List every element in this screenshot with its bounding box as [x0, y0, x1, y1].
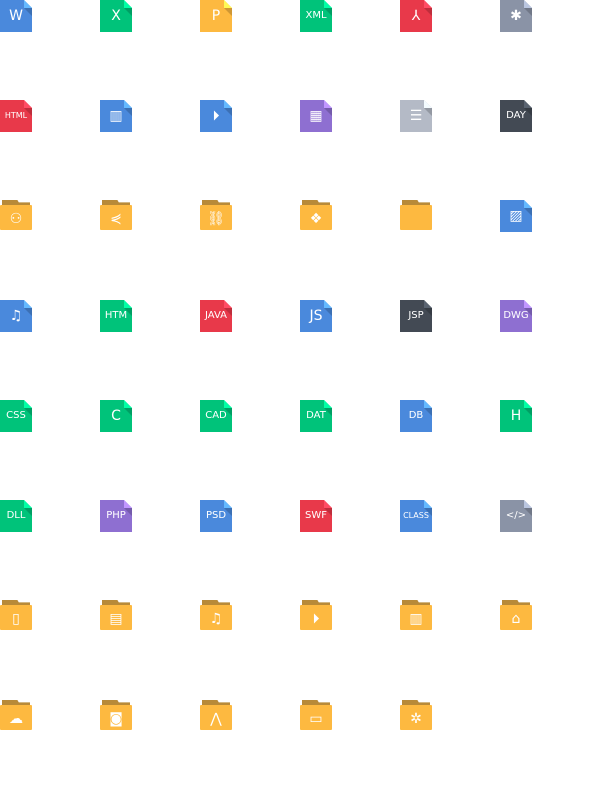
file-type-label: PHP: [106, 510, 126, 521]
file-jsp-icon[interactable]: JSP: [400, 300, 432, 332]
folder-book-icon[interactable]: ▥: [400, 600, 432, 632]
file-type-label: </>: [505, 510, 527, 521]
share-icon: ⋞: [110, 210, 122, 227]
archive-icon: ▦: [309, 108, 323, 124]
folder-folder-icon[interactable]: [400, 200, 432, 232]
diamond-icon: ❖: [309, 210, 323, 227]
file-css-icon[interactable]: CSS: [0, 400, 32, 432]
file-type-label: P: [211, 8, 221, 24]
file-code-icon[interactable]: </>: [500, 500, 532, 532]
play-icon: ⏵: [212, 108, 220, 124]
file-type-label: CSS: [6, 410, 26, 421]
file-x-icon[interactable]: X: [100, 0, 132, 32]
file-text-lines-icon[interactable]: ☰: [400, 100, 432, 132]
file-archive-icon[interactable]: ▦: [300, 100, 332, 132]
camera-icon: ◙: [109, 710, 123, 727]
file-htm-icon[interactable]: HTM: [100, 300, 132, 332]
file-type-label: CAD: [205, 410, 227, 421]
file-cad-icon[interactable]: CAD: [200, 400, 232, 432]
folder-diamond-icon[interactable]: ❖: [300, 200, 332, 232]
file-pdf-icon[interactable]: ⅄: [400, 0, 432, 32]
file-music-icon[interactable]: ♫: [0, 300, 32, 332]
file-xml-icon[interactable]: XML: [300, 0, 332, 32]
file-type-label: PSD: [205, 510, 227, 521]
file-type-label: JAVA: [204, 310, 228, 321]
text-lines-icon: ☰: [409, 108, 423, 124]
mountain-icon: ⋀: [210, 710, 222, 727]
document-icon: ▤: [109, 610, 123, 627]
file-asterisk-icon[interactable]: ✱: [500, 0, 532, 32]
file-type-label: JS: [309, 308, 323, 324]
file-c-icon[interactable]: C: [100, 400, 132, 432]
file-swf-icon[interactable]: SWF: [300, 500, 332, 532]
film-icon: ▥: [109, 108, 123, 124]
file-type-label: HTML: [4, 111, 28, 120]
asterisk-icon: ✱: [510, 8, 522, 24]
file-film-icon[interactable]: ▥: [100, 100, 132, 132]
file-image-icon[interactable]: ▨: [500, 200, 532, 232]
file-play-icon[interactable]: ⏵: [200, 100, 232, 132]
book-icon: ▥: [409, 610, 423, 627]
folder-android-icon[interactable]: ✲: [400, 700, 432, 732]
file-type-label: JSP: [408, 310, 424, 321]
link-icon: ⛓: [207, 210, 225, 227]
folder-mountain-icon[interactable]: ⋀: [200, 700, 232, 732]
folder-phone-icon[interactable]: ▯: [0, 600, 32, 632]
music-icon: ♫: [9, 308, 23, 324]
file-type-label: SWF: [305, 510, 327, 521]
file-type-label: DAT: [306, 410, 326, 421]
android-icon: ✲: [410, 710, 422, 727]
folder-document-icon[interactable]: ▤: [100, 600, 132, 632]
file-type-label: DWG: [503, 310, 529, 321]
file-dat-icon[interactable]: DAT: [300, 400, 332, 432]
file-java-icon[interactable]: JAVA: [200, 300, 232, 332]
folder-share-icon[interactable]: ⋞: [100, 200, 132, 232]
file-dll-icon[interactable]: DLL: [0, 500, 32, 532]
file-type-label: XML: [305, 10, 327, 21]
music-icon: ♫: [209, 610, 223, 627]
image-icon: ▨: [509, 208, 523, 224]
folder-music-icon[interactable]: ♫: [200, 600, 232, 632]
video-icon: ▭: [309, 710, 323, 727]
phone-icon: ▯: [12, 610, 20, 627]
file-type-label: CLASS: [403, 511, 429, 520]
users-icon: ⚇: [9, 210, 23, 227]
folder-bag-icon[interactable]: ⌂: [500, 600, 532, 632]
file-html-icon[interactable]: HTML: [0, 100, 32, 132]
folder-play-icon[interactable]: ⏵: [300, 600, 332, 632]
wechat-icon: ☁: [9, 710, 23, 727]
file-w-icon[interactable]: W: [0, 0, 32, 32]
folder-wechat-icon[interactable]: ☁: [0, 700, 32, 732]
file-js-icon[interactable]: JS: [300, 300, 332, 332]
file-type-label: X: [111, 8, 121, 24]
bag-icon: ⌂: [511, 610, 521, 627]
file-dwg-icon[interactable]: DWG: [500, 300, 532, 332]
folder-link-icon[interactable]: ⛓: [200, 200, 232, 232]
file-type-label: W: [9, 8, 23, 24]
folder-icon: [400, 205, 432, 232]
file-h-icon[interactable]: H: [500, 400, 532, 432]
pdf-icon: ⅄: [411, 8, 421, 24]
file-type-label: C: [111, 408, 121, 424]
file-php-icon[interactable]: PHP: [100, 500, 132, 532]
file-class-icon[interactable]: CLASS: [400, 500, 432, 532]
folder-video-icon[interactable]: ▭: [300, 700, 332, 732]
folder-users-icon[interactable]: ⚇: [0, 200, 32, 232]
file-type-label: DB: [408, 410, 424, 421]
file-type-label: DLL: [6, 510, 26, 521]
file-type-label: DAY: [506, 110, 526, 121]
folder-camera-icon[interactable]: ◙: [100, 700, 132, 732]
file-psd-icon[interactable]: PSD: [200, 500, 232, 532]
file-day-icon[interactable]: DAY: [500, 100, 532, 132]
file-type-label: H: [510, 408, 522, 424]
file-db-icon[interactable]: DB: [400, 400, 432, 432]
play-icon: ⏵: [312, 610, 320, 627]
file-p-icon[interactable]: P: [200, 0, 232, 32]
file-type-label: HTM: [104, 310, 128, 321]
